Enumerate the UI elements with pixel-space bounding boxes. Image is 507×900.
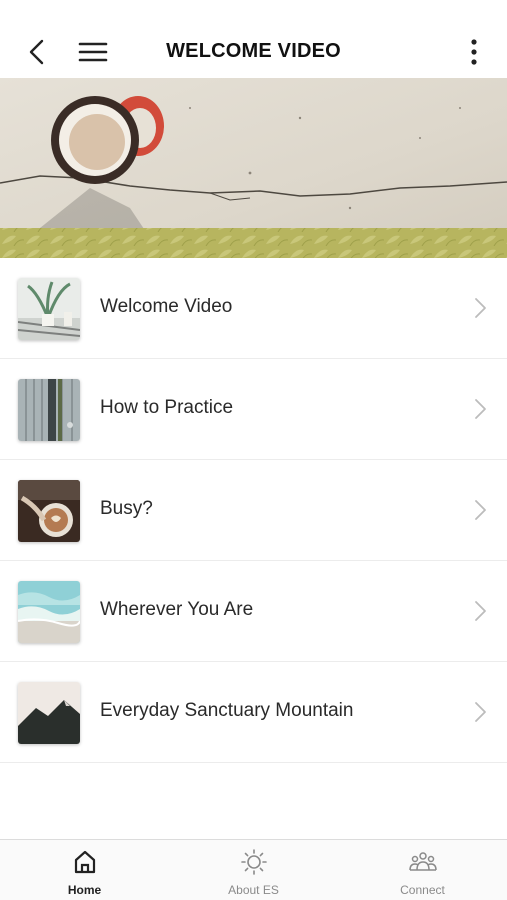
chevron-right-icon — [475, 702, 486, 722]
coffee-cup-illustration — [0, 78, 507, 258]
people-icon — [408, 852, 437, 871]
chevron-right-icon — [475, 500, 486, 520]
page-title: WELCOME VIDEO — [166, 40, 341, 62]
tab-label: Connect — [400, 883, 445, 897]
top-bar: WELCOME VIDEO — [0, 26, 507, 78]
list-item-label: Everyday Sanctuary Mountain — [100, 700, 354, 721]
home-icon — [74, 850, 95, 874]
tab-label: Home — [67, 883, 102, 897]
tab-about-es[interactable]: About ES — [169, 840, 338, 900]
chevron-right-icon — [475, 399, 486, 419]
tab-connect[interactable]: Connect — [338, 840, 507, 900]
status-bar — [0, 0, 507, 26]
thumbnail-door — [18, 379, 80, 441]
list-item-how-to-practice[interactable]: How to Practice — [0, 359, 507, 460]
thumbnail-coffee — [18, 480, 80, 542]
list-item-label: Wherever You Are — [100, 599, 254, 620]
tab-home[interactable]: Home — [0, 840, 169, 900]
chevron-right-icon — [475, 601, 486, 621]
list-item-label: Welcome Video — [100, 296, 233, 317]
thumbnail-ocean — [18, 581, 80, 643]
hero-image — [0, 78, 507, 258]
list-item-everyday-sanctuary-mountain[interactable]: Everyday Sanctuary Mountain — [0, 662, 507, 763]
list-item-label: How to Practice — [100, 397, 234, 418]
thumbnail-plants — [18, 278, 80, 340]
more-options-icon[interactable] — [469, 38, 479, 66]
video-list: Welcome Video How to Practice Busy? Wher… — [0, 258, 507, 763]
sun-icon — [240, 849, 267, 875]
tab-label: About ES — [228, 883, 279, 897]
list-item-label: Busy? — [100, 498, 153, 519]
bottom-tab-bar: Home About ES Connect — [0, 839, 507, 900]
list-item-busy[interactable]: Busy? — [0, 460, 507, 561]
list-item-wherever-you-are[interactable]: Wherever You Are — [0, 561, 507, 662]
thumbnail-mountain — [18, 682, 80, 744]
chevron-right-icon — [475, 298, 486, 318]
list-item-welcome-video[interactable]: Welcome Video — [0, 258, 507, 359]
